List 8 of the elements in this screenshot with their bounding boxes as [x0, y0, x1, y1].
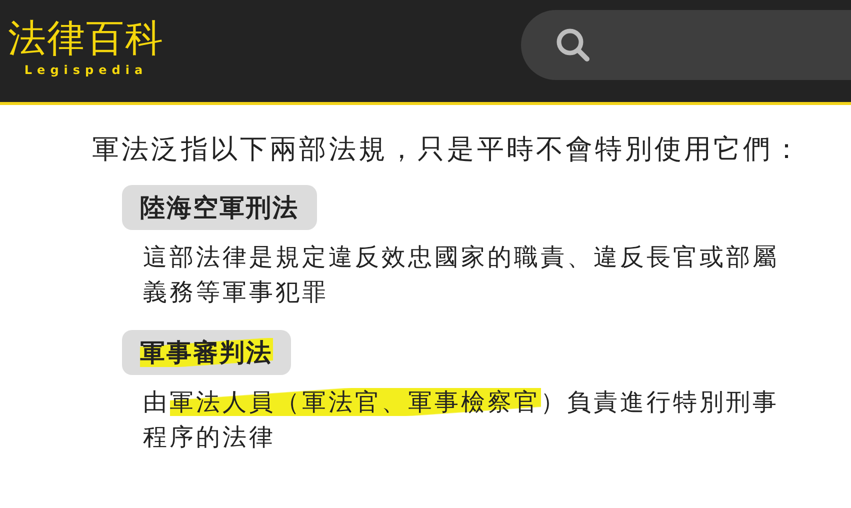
- logo-title[interactable]: 法律百科: [8, 15, 164, 61]
- intro-text: 軍法泛指以下兩部法規，只是平時不會特別使用它們：: [92, 133, 804, 167]
- logo-subtitle: Legispedia: [24, 63, 148, 77]
- search-field[interactable]: [521, 10, 851, 80]
- section-description: 這部法律是規定違反效忠國家的職責、違反長官或部屬義務等軍事犯罪: [143, 242, 780, 308]
- section-heading: 軍事審判法: [122, 330, 290, 375]
- section-heading: 陸海空軍刑法: [122, 185, 317, 230]
- search-icon[interactable]: [555, 27, 591, 63]
